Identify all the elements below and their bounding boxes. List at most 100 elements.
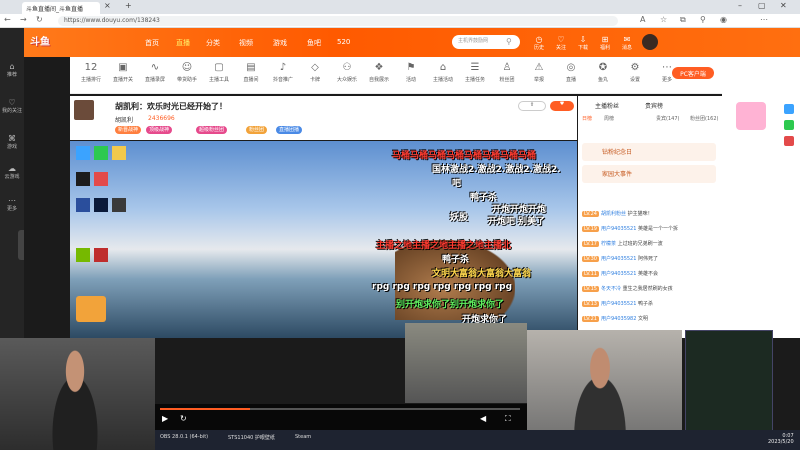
rank-tab-fans[interactable]: 主播粉丝 xyxy=(595,101,619,110)
fullscreen-icon[interactable]: ⛶ xyxy=(505,414,511,424)
rank-subtab-fanclub[interactable]: 粉丝团(162) xyxy=(690,115,718,122)
header-follow[interactable]: ♡ 关注 xyxy=(550,35,572,51)
nav-game[interactable]: 游戏 xyxy=(273,38,287,48)
header-messages[interactable]: ✉ 消息 xyxy=(616,35,638,51)
chat-username[interactable]: 胡凯利粉丝 xyxy=(601,211,626,217)
category-item[interactable]: ⌂ 主播活动 xyxy=(428,62,458,83)
category-item[interactable]: ▤ 直播间 xyxy=(236,62,266,83)
category-item[interactable]: ◎ 直播 xyxy=(556,62,586,83)
header-download[interactable]: ⇩ 下载 xyxy=(572,35,594,51)
nav-home[interactable]: 首页 xyxy=(145,38,159,48)
chat-username[interactable]: 柠檬茶 xyxy=(601,241,616,247)
rail-games[interactable]: ⌘ 游戏 xyxy=(0,134,24,150)
chat-username[interactable]: 用户94035521 xyxy=(601,226,636,232)
category-item[interactable]: ▣ 直播开关 xyxy=(108,62,138,83)
desktop-icon-10[interactable] xyxy=(94,248,108,262)
rail-recommend[interactable]: ⌂ 推荐 xyxy=(0,62,24,78)
rail-following[interactable]: ♡ 我的关注 xyxy=(0,98,24,114)
share-button[interactable]: ⇪ xyxy=(518,101,546,111)
taskbar-wallpaper[interactable]: STS11040 护眼壁纸 xyxy=(228,434,275,441)
chat-username[interactable]: 冬天不冷 xyxy=(601,286,621,292)
category-item[interactable]: ⚑ 活动 xyxy=(396,62,426,83)
room-tag[interactable]: 顶级战神 xyxy=(146,126,173,134)
forward-icon[interactable]: → xyxy=(20,15,27,24)
desktop-icon-7[interactable] xyxy=(94,198,108,212)
nav-live[interactable]: 直播 xyxy=(176,38,190,48)
streamer-name[interactable]: 胡凯利 xyxy=(115,115,133,124)
browser-menu-icon[interactable]: ⋯ xyxy=(760,15,768,24)
category-item[interactable]: ❖ 自我展示 xyxy=(364,62,394,83)
add-tab-button[interactable]: + xyxy=(125,1,132,10)
rail-cloud-games[interactable]: ☁ 云游戏 xyxy=(0,164,24,180)
volume-icon[interactable]: ◀ xyxy=(480,414,486,423)
reload-icon[interactable]: ↻ xyxy=(36,15,43,24)
desktop-icon-3[interactable] xyxy=(112,146,126,160)
rail-more[interactable]: ⋯ 更多 xyxy=(0,196,24,212)
taskbar-steam[interactable]: Steam xyxy=(295,434,311,440)
category-item[interactable]: ✪ 鱼丸 xyxy=(588,62,618,83)
play-icon[interactable]: ▶ xyxy=(162,414,168,423)
category-item[interactable]: ∿ 直播录屏 xyxy=(140,62,170,83)
back-icon[interactable]: ← xyxy=(4,15,11,24)
pc-client-button[interactable]: PC客户端 xyxy=(672,67,714,79)
follow-button[interactable]: ♥ xyxy=(550,101,574,111)
rank-subtab-vip[interactable]: 贵宾(147) xyxy=(656,115,679,122)
desktop-icon-9[interactable] xyxy=(76,248,90,262)
rank-subtab-week[interactable]: 周榜 xyxy=(604,115,614,122)
user-avatar[interactable] xyxy=(642,34,658,50)
promo-badge[interactable] xyxy=(736,102,766,130)
category-item[interactable]: ☰ 主播任务 xyxy=(460,62,490,83)
sidebar-app-icon-3[interactable] xyxy=(784,136,794,146)
collections-icon[interactable]: ⧉ xyxy=(680,15,686,25)
favorite-icon[interactable]: ☆ xyxy=(660,15,667,24)
collapse-rail-handle[interactable] xyxy=(18,230,24,260)
extensions-icon[interactable]: ⚲ xyxy=(700,15,706,24)
site-logo[interactable]: 斗鱼 xyxy=(30,33,50,48)
desktop-icon-8[interactable] xyxy=(112,198,126,212)
url-field[interactable]: https://www.douyu.com/138243 xyxy=(58,16,618,26)
rank-item-anniversary[interactable]: 钻粉纪念日 xyxy=(582,143,716,161)
search-icon[interactable]: ⚲ xyxy=(506,37,512,46)
desktop-icon-5[interactable] xyxy=(94,172,108,186)
maximize-icon[interactable]: ▢ xyxy=(758,1,766,10)
minimize-icon[interactable]: – xyxy=(738,1,742,10)
profile-icon[interactable]: ◉ xyxy=(720,15,727,24)
category-item[interactable]: ♙ 粉丝团 xyxy=(492,62,522,83)
category-item[interactable]: ⚠ 举报 xyxy=(524,62,554,83)
header-welfare[interactable]: ⊞ 福利 xyxy=(594,35,616,51)
room-tag[interactable]: 新晋战神 xyxy=(115,126,142,134)
desktop-icon-2[interactable] xyxy=(94,146,108,160)
refresh-icon[interactable]: ↻ xyxy=(180,414,187,423)
sidebar-app-icon-1[interactable] xyxy=(784,104,794,114)
rank-subtab-day[interactable]: 日榜 xyxy=(582,115,592,122)
desktop-icon-1[interactable] xyxy=(76,146,90,160)
header-history[interactable]: ◷ 历史 xyxy=(528,35,550,51)
streamer-avatar[interactable] xyxy=(74,100,94,120)
category-item[interactable]: ⚙ 设置 xyxy=(620,62,650,83)
chat-username[interactable]: 用户94035521 xyxy=(601,256,636,262)
category-item[interactable]: ▢ 主播工具 xyxy=(204,62,234,83)
category-item[interactable]: ☺ 带货助手 xyxy=(172,62,202,83)
room-tag[interactable]: 粉丝团 xyxy=(246,126,268,134)
read-aloud-icon[interactable]: A xyxy=(640,15,645,24)
new-tab-button[interactable]: × xyxy=(104,1,111,10)
chat-username[interactable]: 用户94035521 xyxy=(601,271,636,277)
nav-fishbar[interactable]: 鱼吧 xyxy=(307,38,321,48)
rank-tab-vip[interactable]: 贵宾榜 xyxy=(645,101,663,110)
category-item[interactable]: ◇ 卡牌 xyxy=(300,62,330,83)
category-item[interactable]: ⚇ 大众娱乐 xyxy=(332,62,362,83)
event-badge[interactable] xyxy=(76,296,106,322)
desktop-icon-6[interactable] xyxy=(76,198,90,212)
sidebar-app-icon-2[interactable] xyxy=(784,120,794,130)
nav-video[interactable]: 视频 xyxy=(239,38,253,48)
chat-username[interactable]: 用户94035982 xyxy=(601,316,636,322)
category-item[interactable]: 12 主播排行 xyxy=(76,62,106,83)
browser-tab[interactable]: 斗鱼直播间_斗鱼直播 xyxy=(22,2,100,14)
rank-item-events[interactable]: 家园大事件 xyxy=(582,165,716,183)
room-tag[interactable]: 直播团播 xyxy=(276,126,303,134)
desktop-icon-4[interactable] xyxy=(76,172,90,186)
chat-username[interactable]: 用户94035521 xyxy=(601,301,636,307)
category-item[interactable]: ♪ 抖音推广 xyxy=(268,62,298,83)
room-tag[interactable]: 超级粉丝团 xyxy=(196,126,228,134)
taskbar-obs[interactable]: OBS 28.0.1 (64-bit) xyxy=(160,434,208,440)
